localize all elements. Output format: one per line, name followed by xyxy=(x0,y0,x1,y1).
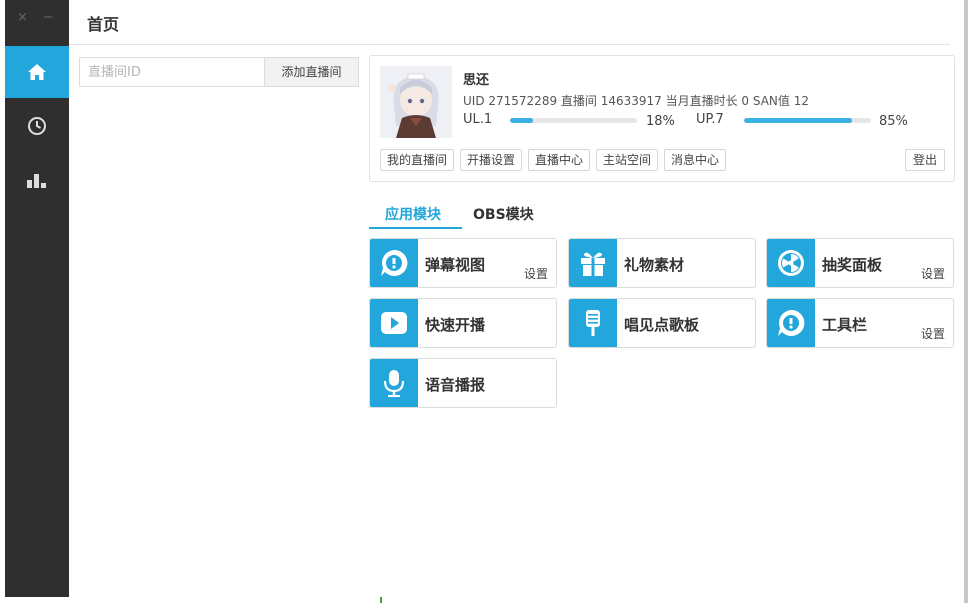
user-info-line: UID 271572289 直播间 14633917 当月直播时长 0 SAN值… xyxy=(463,94,809,108)
header: 首页 xyxy=(69,0,950,45)
close-window-button[interactable]: × xyxy=(17,10,28,25)
logout-button[interactable]: 登出 xyxy=(905,149,945,171)
module-label: 唱见点歌板 xyxy=(624,316,700,334)
bar-chart-icon xyxy=(27,174,46,188)
microphone-icon xyxy=(370,359,418,407)
app-window: × − 首页 添加直播间 xyxy=(5,0,955,597)
ul-progress-bar xyxy=(510,118,637,123)
message-center-button[interactable]: 消息中心 xyxy=(664,149,726,171)
module-label: 抽奖面板 xyxy=(822,256,883,274)
avatar xyxy=(380,66,452,138)
chat-bubble-icon xyxy=(370,239,418,287)
home-icon xyxy=(28,64,46,80)
active-tab-indicator xyxy=(369,227,462,229)
lottery-wheel-icon xyxy=(767,239,815,287)
minimize-window-button[interactable]: − xyxy=(43,10,54,25)
module-label: 工具栏 xyxy=(822,316,868,334)
module-voice-broadcast[interactable]: 语音播报 xyxy=(369,358,557,408)
module-danmaku-view[interactable]: 弹幕视图 设置 xyxy=(369,238,557,288)
sidebar-item-home[interactable] xyxy=(5,46,69,98)
page-title: 首页 xyxy=(87,15,120,34)
microphone-stand-icon xyxy=(569,299,617,347)
sidebar: × − xyxy=(5,0,69,597)
module-quick-start[interactable]: 快速开播 xyxy=(369,298,557,348)
module-toolbar[interactable]: 工具栏 设置 xyxy=(766,298,954,348)
up-progress-bar xyxy=(744,118,871,123)
module-label: 语音播报 xyxy=(425,376,486,394)
ul-percent: 18% xyxy=(646,114,675,129)
play-icon xyxy=(370,299,418,347)
gift-icon xyxy=(569,239,617,287)
module-settings-link[interactable]: 设置 xyxy=(921,265,945,282)
background-window-edge xyxy=(380,597,382,603)
live-center-button[interactable]: 直播中心 xyxy=(528,149,590,171)
room-id-input[interactable] xyxy=(79,57,264,87)
my-live-room-button[interactable]: 我的直播间 xyxy=(380,149,454,171)
module-settings-link[interactable]: 设置 xyxy=(921,325,945,342)
module-label: 礼物素材 xyxy=(624,256,685,274)
module-label: 快速开播 xyxy=(425,316,486,334)
tab-app-modules[interactable]: 应用模块 xyxy=(385,204,441,224)
username: 思还 xyxy=(463,73,490,88)
module-song-request-board[interactable]: 唱见点歌板 xyxy=(568,298,756,348)
module-settings-link[interactable]: 设置 xyxy=(524,265,548,282)
sidebar-item-history[interactable] xyxy=(5,100,69,152)
clock-icon xyxy=(28,117,46,135)
up-level-label: UP.7 xyxy=(696,112,724,127)
module-gift-assets[interactable]: 礼物素材 xyxy=(568,238,756,288)
up-percent: 85% xyxy=(879,114,908,129)
ul-progress-fill xyxy=(510,118,533,123)
up-progress-fill xyxy=(744,118,852,123)
sidebar-item-stats[interactable] xyxy=(5,154,69,206)
user-card: 思还 UID 271572289 直播间 14633917 当月直播时长 0 S… xyxy=(369,55,955,182)
background-window-edge xyxy=(964,0,968,603)
chat-bubble-icon xyxy=(767,299,815,347)
module-label: 弹幕视图 xyxy=(425,256,486,274)
add-room-button[interactable]: 添加直播间 xyxy=(264,57,359,87)
tab-obs-modules[interactable]: OBS模块 xyxy=(473,204,534,224)
main-space-button[interactable]: 主站空间 xyxy=(596,149,658,171)
stream-settings-button[interactable]: 开播设置 xyxy=(460,149,522,171)
ul-level-label: UL.1 xyxy=(463,112,493,127)
module-lottery-panel[interactable]: 抽奖面板 设置 xyxy=(766,238,954,288)
